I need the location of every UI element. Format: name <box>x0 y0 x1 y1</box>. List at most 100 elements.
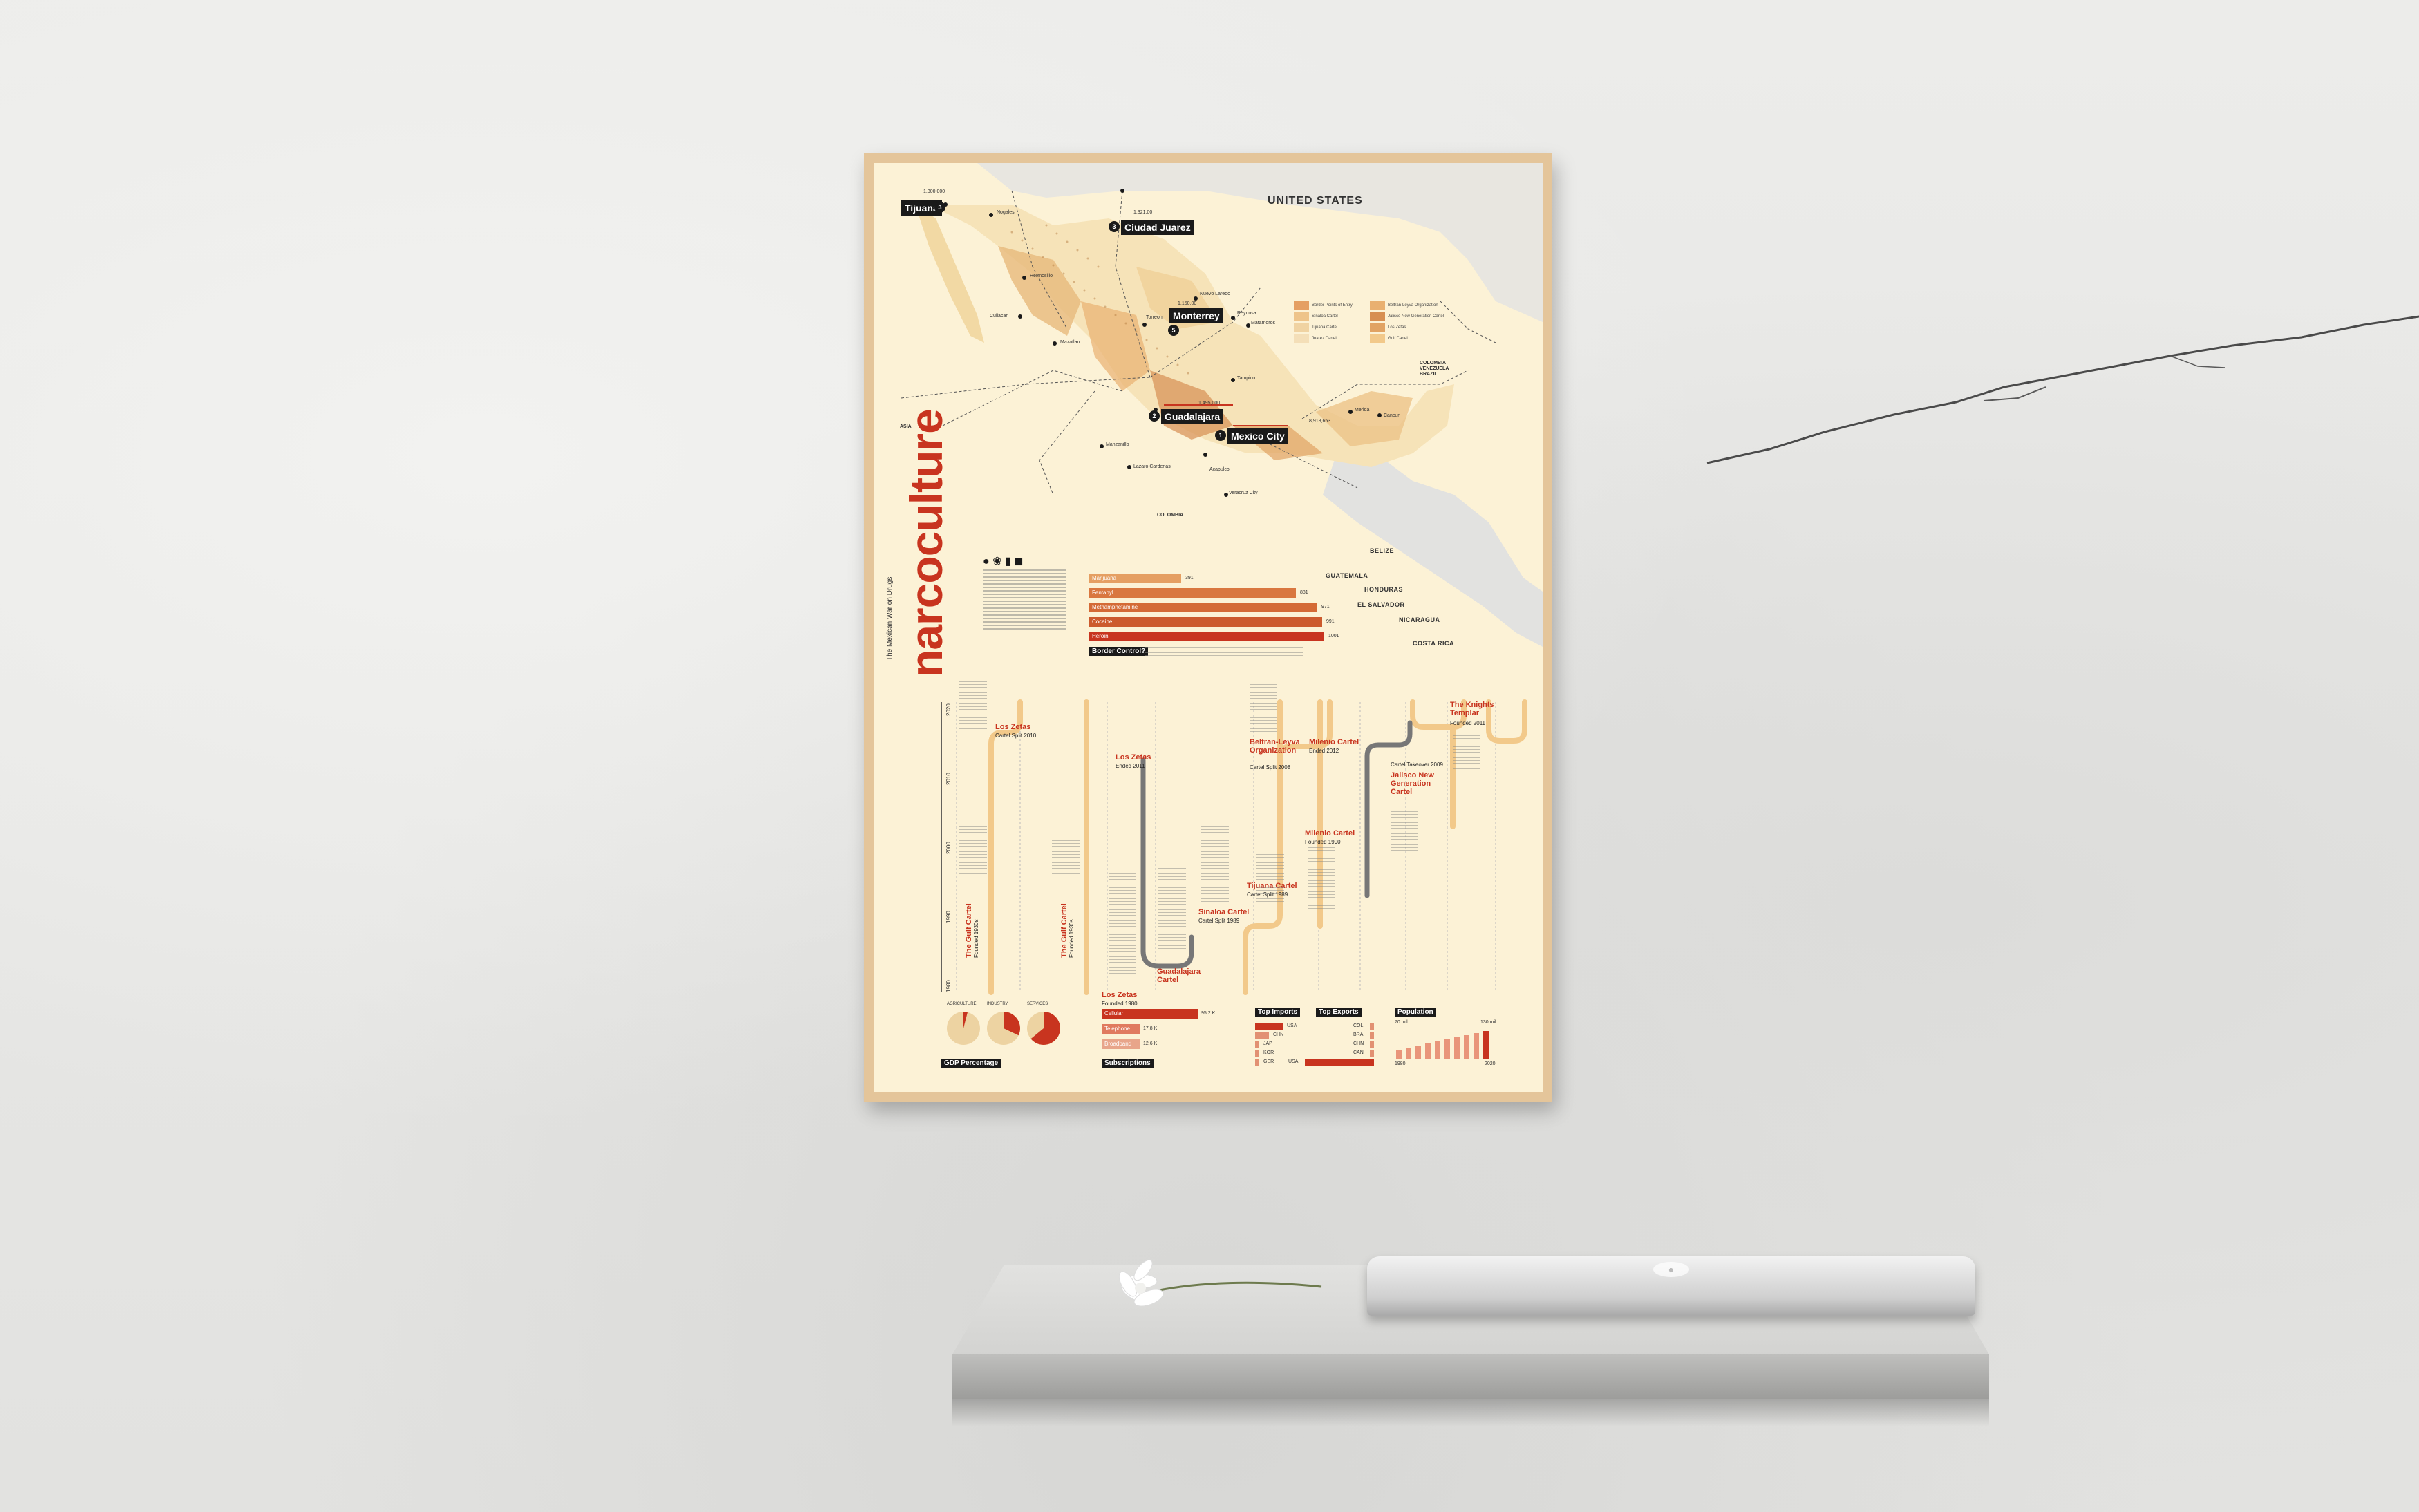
legend-swatch-beltran <box>1370 301 1385 310</box>
export-bar <box>1370 1023 1374 1030</box>
city-reynosa: Reynosa <box>1237 311 1256 316</box>
population-start: 70 mil <box>1395 1020 1408 1025</box>
border-bar-label: Fentanyl <box>1092 589 1113 596</box>
monterrey-population: 1,150,00 <box>1178 301 1197 306</box>
guadalajara-population: 1,495,000 <box>1198 401 1221 406</box>
timeline-note-9 <box>1308 847 1335 909</box>
legend-swatch-zetas <box>1370 323 1385 332</box>
legend-beltran: Beltran-Leyva Organization <box>1388 303 1438 308</box>
timeline-jalisco-ng: Jalisco New Generation Cartel <box>1391 771 1434 796</box>
border-bar-value: 1001 <box>1328 634 1339 639</box>
label-south-america: COLOMBIA VENEZUELA BRAZIL <box>1420 361 1449 377</box>
subscription-bar: Cellular <box>1102 1009 1198 1019</box>
city-monterrey: Monterrey <box>1169 308 1223 323</box>
subscription-value: 12.6 K <box>1143 1041 1158 1046</box>
subscription-row: Broadband 12.6 K <box>1102 1039 1240 1049</box>
border-bar-value: 991 <box>1326 619 1335 624</box>
timeline-los-zetas-founded-sub: Founded 1980 <box>1102 1001 1138 1007</box>
juarez-rank: 3 <box>1109 221 1120 232</box>
guadalajara-rank: 2 <box>1149 410 1160 422</box>
truck-icon: ◼ <box>1014 556 1024 567</box>
border-bar-row: Fentanyl 881 <box>1089 588 1380 598</box>
population-bar <box>1444 1039 1450 1059</box>
tijuana-population: 1,300,000 <box>923 189 945 194</box>
city-manzanillo: Manzanillo <box>1106 442 1129 447</box>
city-culiacan: Culiacan <box>990 314 1009 319</box>
legend-border-points: Border Points of Entry <box>1312 303 1353 308</box>
timeline-year-label: 2000 <box>945 842 952 854</box>
border-bar: Methamphetamine <box>1089 603 1317 612</box>
city-acapulco: Acapulco <box>1210 467 1230 472</box>
subscription-row: Cellular 95.2 K <box>1102 1009 1240 1019</box>
legend-sinaloa: Sinaloa Cartel <box>1312 314 1338 319</box>
poster-title: narcoculture <box>901 409 952 677</box>
border-bar-value: 391 <box>1185 576 1194 580</box>
city-lazaro-cardenas: Lazaro Cardenas <box>1133 464 1171 469</box>
subscription-label: Telephone <box>1104 1026 1130 1032</box>
legend-swatch-sinaloa <box>1294 312 1309 321</box>
timeline-year-label: 2020 <box>945 703 952 716</box>
timeline-los-zetas-split: Los Zetas <box>995 723 1031 731</box>
border-bar-label: Heroin <box>1092 633 1109 639</box>
import-country: CHN <box>1273 1032 1284 1037</box>
label-costa-rica: COSTA RICA <box>1413 640 1454 647</box>
city-cancun: Cancun <box>1384 413 1401 418</box>
timeline-gulf-cartel-1: The Gulf Cartel <box>965 903 973 958</box>
gdp-pie-label: SERVICES <box>1027 1002 1048 1006</box>
border-bar-row: Methamphetamine 971 <box>1089 603 1380 612</box>
subscriptions-tag: Subscriptions <box>1102 1059 1154 1068</box>
border-bar-value: 971 <box>1321 605 1330 609</box>
apple-logo-icon: ● <box>1653 1262 1689 1277</box>
timeline-beltran-leyva-sub: Cartel Split 2008 <box>1250 764 1291 771</box>
timeline-milenio-ended-sub: Ended 2012 <box>1309 748 1339 754</box>
border-bar: Heroin <box>1089 632 1324 641</box>
gdp-pie-label: INDUSTRY <box>987 1002 1008 1006</box>
timeline-los-zetas-end: Los Zetas <box>1116 753 1151 762</box>
gdp-tag: GDP Percentage <box>941 1059 1001 1068</box>
subscription-row: Telephone 17.8 K <box>1102 1024 1240 1034</box>
monterrey-rank: 5 <box>1168 325 1179 336</box>
border-bar-label: Marijuana <box>1092 575 1117 581</box>
timeline-los-zetas-split-sub: Cartel Split 2010 <box>995 733 1037 739</box>
subscription-value: 95.2 K <box>1201 1011 1216 1016</box>
export-bar <box>1370 1032 1374 1039</box>
border-bar: Fentanyl <box>1089 588 1296 598</box>
city-veracruz: Veracruz City <box>1229 491 1258 495</box>
gdp-pie <box>947 1012 980 1045</box>
border-bar: Marijuana <box>1089 574 1181 583</box>
border-bar-label: Methamphetamine <box>1092 604 1138 610</box>
timeline-knights-templar-sub: Founded 2011 <box>1450 720 1486 726</box>
label-nicaragua: NICARAGUA <box>1399 616 1440 623</box>
import-country: GER <box>1263 1059 1274 1064</box>
population-bar <box>1396 1050 1402 1059</box>
population-bar <box>1474 1033 1479 1059</box>
border-bar-row: Cocaine 991 <box>1089 617 1380 627</box>
border-control-tag: Border Control? <box>1089 647 1149 656</box>
timeline-los-zetas-founded: Los Zetas <box>1102 991 1138 999</box>
population-bar <box>1454 1037 1460 1059</box>
border-bar-value: 881 <box>1300 590 1308 595</box>
timeline-note-4 <box>1109 873 1136 977</box>
legend-jalisco: Jalisco New Generation Cartel <box>1388 314 1444 319</box>
city-mazatlan: Mazatlan <box>1060 340 1080 345</box>
city-hermosillo: Hermosillo <box>1030 274 1053 278</box>
timeline-note-1 <box>959 681 987 730</box>
timeline-knights-templar: The Knights Templar <box>1450 701 1494 717</box>
gdp-pie-label: AGRICULTURE <box>947 1002 977 1006</box>
legend-swatch-gulf <box>1370 334 1385 343</box>
shelf-front <box>952 1354 1989 1399</box>
timeline-note-6 <box>1201 826 1229 903</box>
imports-tag: Top Imports <box>1255 1008 1301 1017</box>
timeline-note-5 <box>1158 868 1186 951</box>
import-bar <box>1255 1041 1259 1048</box>
timeline-year-label: 2010 <box>945 773 952 785</box>
import-country: KOR <box>1263 1050 1274 1055</box>
subscription-value: 17.8 K <box>1143 1026 1158 1031</box>
flower-icon <box>1118 1259 1322 1307</box>
timeline-gulf-cartel-1-founded: Founded 1930s <box>973 919 979 958</box>
import-bar <box>1255 1059 1259 1066</box>
timeline-note-7 <box>1250 684 1277 733</box>
timeline-milenio-ended: Milenio Cartel <box>1309 738 1359 746</box>
timeline-note-8 <box>1256 854 1284 903</box>
bottle-icon: ▮ <box>1004 556 1011 567</box>
